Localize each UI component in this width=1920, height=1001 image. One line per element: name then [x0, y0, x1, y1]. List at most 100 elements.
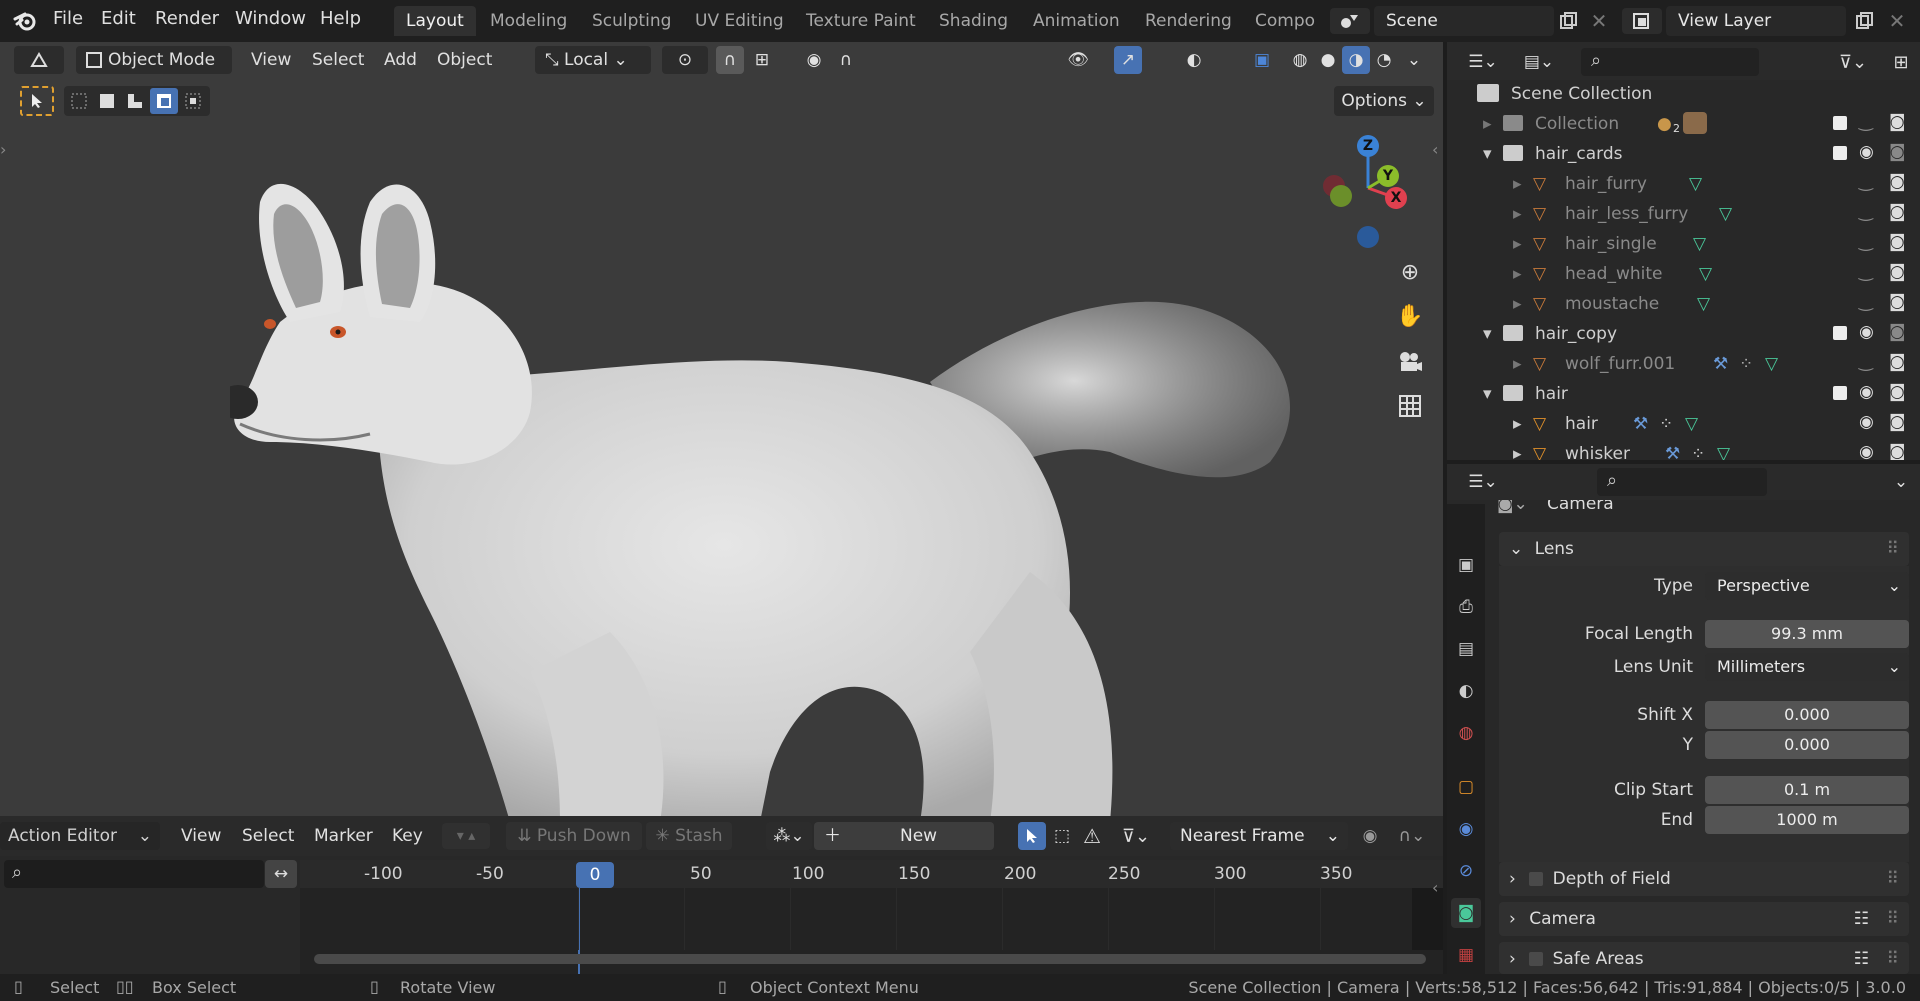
- pivot-point-icon[interactable]: ⊙: [662, 46, 708, 74]
- camera-panel-header[interactable]: › Camera ☷ ⠿: [1499, 902, 1909, 936]
- delete-view-layer-icon[interactable]: ✕: [1884, 8, 1910, 34]
- safe-areas-checkbox[interactable]: [1529, 952, 1544, 966]
- focal-length-field[interactable]: 99.3 mm: [1705, 620, 1909, 648]
- expand-arrow-icon[interactable]: ▾: [1483, 144, 1492, 164]
- editor-mode-dropdown[interactable]: Action Editor ⌄: [0, 822, 160, 850]
- render-camera-icon[interactable]: ◙: [1889, 442, 1906, 460]
- tab-compositing[interactable]: Compo: [1243, 6, 1327, 36]
- shading-material-icon[interactable]: ◑: [1342, 46, 1370, 74]
- tab-animation[interactable]: Animation: [1021, 6, 1132, 36]
- pan-hand-icon[interactable]: ✋: [1392, 298, 1428, 334]
- shading-wireframe-icon[interactable]: ◍: [1286, 46, 1314, 74]
- render-disabled-icon[interactable]: ◙: [1889, 142, 1906, 162]
- eye-icon[interactable]: ◉: [1859, 412, 1874, 432]
- outliner-row-head-white[interactable]: ▸ ▽ head_white ▽ ‿ ◙: [1447, 260, 1920, 290]
- dof-panel-header[interactable]: › Depth of Field ⠿: [1499, 862, 1909, 896]
- hidden-eye-icon[interactable]: ‿: [1859, 232, 1873, 252]
- select-subtract-icon[interactable]: [124, 91, 146, 111]
- preset-list-icon[interactable]: ☷: [1854, 902, 1869, 936]
- select-tool-icon[interactable]: [20, 86, 54, 116]
- clip-end-field[interactable]: 1000 m: [1705, 806, 1909, 834]
- view-layer-icon[interactable]: [1622, 8, 1662, 34]
- properties-editor[interactable]: ☰⌄ ⌕ ⌄ ▣ ⎙ ▤ ◐ ◍ ▢ ◉ ⊘ ◙ ▦ ◙⌄ Camera ⌄ L…: [1447, 464, 1920, 974]
- drag-handle-icon[interactable]: ⠿: [1887, 942, 1899, 974]
- properties-editor-icon[interactable]: ☰⌄: [1461, 468, 1505, 496]
- render-disabled-icon[interactable]: ◙: [1889, 322, 1906, 342]
- expand-arrow-icon[interactable]: ▸: [1513, 354, 1522, 374]
- hidden-eye-icon[interactable]: ‿: [1859, 292, 1873, 312]
- overlays-icon[interactable]: ◐: [1180, 46, 1208, 74]
- outliner-search-field[interactable]: ⌕: [1581, 48, 1759, 76]
- exclude-checkbox[interactable]: [1833, 146, 1847, 160]
- render-camera-icon[interactable]: ◙: [1889, 352, 1906, 372]
- eye-icon[interactable]: ◉: [1859, 442, 1874, 460]
- filter-icon[interactable]: ⊽⌄: [1114, 822, 1158, 850]
- shift-x-field[interactable]: 0.000: [1705, 701, 1909, 729]
- blender-logo-icon[interactable]: [12, 8, 38, 34]
- outliner-row-moustache[interactable]: ▸ ▽ moustache ▽ ‿ ◙: [1447, 290, 1920, 320]
- tab-render-icon[interactable]: ▣: [1453, 552, 1479, 578]
- lens-type-dropdown[interactable]: Perspective ⌄: [1705, 572, 1909, 600]
- only-errors-icon[interactable]: ⚠: [1078, 822, 1106, 850]
- tab-texture-icon[interactable]: ▦: [1453, 942, 1479, 968]
- lens-unit-dropdown[interactable]: Millimeters ⌄: [1705, 653, 1909, 681]
- shading-rendered-icon[interactable]: ◔: [1370, 46, 1398, 74]
- tab-output-icon[interactable]: ⎙: [1453, 594, 1479, 620]
- hidden-eye-icon[interactable]: ‿: [1859, 262, 1873, 282]
- new-scene-icon[interactable]: [1556, 8, 1582, 34]
- eye-icon[interactable]: ◉: [1859, 382, 1874, 402]
- transform-orientation-dropdown[interactable]: ⤡ Local ⌄: [535, 46, 651, 74]
- eye-icon[interactable]: ◉: [1859, 142, 1874, 162]
- hidden-eye-icon[interactable]: ‿: [1859, 202, 1873, 222]
- tab-modeling[interactable]: Modeling: [478, 6, 579, 36]
- snap-mode-dropdown[interactable]: Nearest Frame ⌄: [1170, 822, 1348, 850]
- only-selected-icon[interactable]: [1018, 822, 1046, 850]
- ae-menu-view[interactable]: View: [181, 822, 221, 850]
- expand-arrow-icon[interactable]: ▾: [1483, 324, 1492, 344]
- editor-type-icon[interactable]: [14, 46, 64, 74]
- tab-rendering[interactable]: Rendering: [1133, 6, 1244, 36]
- stash-button[interactable]: ✳ Stash: [646, 822, 732, 850]
- chevron-down-icon[interactable]: ⌄: [1887, 468, 1915, 496]
- new-view-layer-icon[interactable]: [1852, 8, 1878, 34]
- ortho-grid-icon[interactable]: [1392, 388, 1428, 424]
- scene-selector[interactable]: Scene: [1374, 6, 1554, 36]
- delete-scene-icon[interactable]: ✕: [1586, 8, 1612, 34]
- tab-scene-icon[interactable]: ◐: [1453, 678, 1479, 704]
- falloff-curve-icon[interactable]: ∩⌄: [1390, 822, 1434, 850]
- view-layer-selector[interactable]: View Layer: [1666, 6, 1846, 36]
- tab-physics-icon[interactable]: ◉: [1453, 816, 1479, 842]
- outliner-row-collection[interactable]: ▸ Collection ● 2 ‿ ◙: [1447, 110, 1920, 140]
- menu-window[interactable]: Window: [235, 8, 306, 29]
- proportional-edit-icon[interactable]: ◉: [1356, 822, 1384, 850]
- layer-arrows-icon[interactable]: ▾ ▴: [442, 823, 490, 849]
- render-camera-icon[interactable]: ◙: [1889, 382, 1906, 402]
- menu-edit[interactable]: Edit: [101, 8, 136, 29]
- scene-icon[interactable]: [1330, 8, 1370, 34]
- sidebar-expand-icon[interactable]: ‹: [1432, 140, 1438, 159]
- zoom-icon[interactable]: ⊕: [1392, 254, 1428, 290]
- tab-texture-paint[interactable]: Texture Paint: [794, 6, 928, 36]
- visibility-eye-icon[interactable]: 👁: [1058, 46, 1098, 74]
- new-collection-icon[interactable]: ⊞: [1887, 48, 1915, 76]
- outliner-row-scene-collection[interactable]: Scene Collection: [1447, 80, 1920, 110]
- xray-toggle-icon[interactable]: ▣: [1248, 46, 1276, 74]
- tab-uv-editing[interactable]: UV Editing: [683, 6, 796, 36]
- tab-world-icon[interactable]: ◍: [1453, 720, 1479, 746]
- expand-arrow-icon[interactable]: ▸: [1513, 444, 1522, 460]
- dof-checkbox[interactable]: [1529, 872, 1544, 886]
- hidden-eye-icon[interactable]: ‿: [1859, 352, 1873, 372]
- timeline-ruler[interactable]: [300, 860, 1443, 888]
- menu-file[interactable]: File: [53, 8, 83, 29]
- new-action-button[interactable]: ＋ New: [814, 822, 994, 850]
- expand-arrow-icon[interactable]: ▸: [1513, 264, 1522, 284]
- shift-y-field[interactable]: 0.000: [1705, 731, 1909, 759]
- timeline-area[interactable]: -100 -50 50 100 150 200 250 300 350: [300, 860, 1443, 974]
- camera-view-icon[interactable]: [1392, 344, 1428, 380]
- render-camera-icon[interactable]: ◙: [1889, 112, 1906, 132]
- outliner-row-whisker[interactable]: ▸ ▽ whisker ⚒ ⁘ ▽ ◉ ◙: [1447, 440, 1920, 460]
- falloff-curve-icon[interactable]: ∩: [832, 46, 860, 74]
- render-camera-icon[interactable]: ◙: [1889, 262, 1906, 282]
- expand-arrow-icon[interactable]: ▸: [1513, 414, 1522, 434]
- outliner-row-hair-object[interactable]: ▸ ▽ hair ⚒ ⁘ ▽ ◉ ◙: [1447, 410, 1920, 440]
